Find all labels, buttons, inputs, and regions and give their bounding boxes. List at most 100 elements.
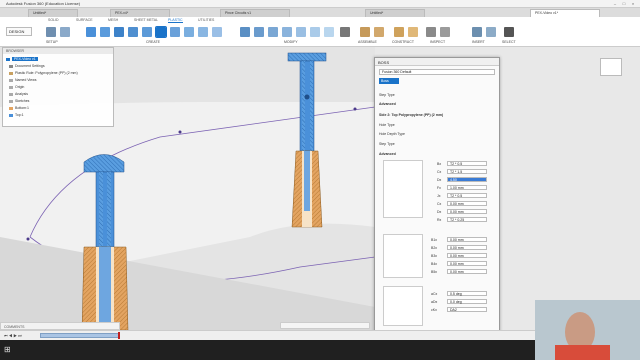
start-icon[interactable]: ⊞: [4, 345, 11, 354]
group-create[interactable]: CREATE: [146, 40, 160, 44]
browser-item[interactable]: Sketches: [9, 99, 29, 106]
interference-icon[interactable]: [440, 27, 450, 37]
press-pull-icon[interactable]: [240, 27, 250, 37]
browser-item[interactable]: Named Views: [9, 78, 37, 85]
combine-icon[interactable]: [282, 27, 292, 37]
create-more-icon[interactable]: [212, 27, 222, 37]
boss-dialog: BOSS Fusion 360 Default Boss Step Type A…: [374, 57, 500, 351]
param-field[interactable]: T2 * 1.5: [447, 169, 487, 174]
browser-item-label: Plastic Rule: Polypropylene (PP) (2 mm): [15, 71, 78, 75]
rest-icon[interactable]: [142, 27, 152, 37]
doc-tab-label: Untitled*: [33, 11, 47, 15]
doc-tab-active[interactable]: PEX-Video v1*: [530, 9, 600, 17]
param-field[interactable]: 0.00 mm: [447, 245, 487, 250]
group-assemble[interactable]: ASSEMBLE: [358, 40, 377, 44]
viewport-navigation-bar[interactable]: [280, 322, 370, 329]
minimize-icon[interactable]: –: [612, 1, 618, 6]
offset-plane-icon[interactable]: [394, 27, 404, 37]
timeline-controls-icon[interactable]: ⏮ ◀ ▶ ⏭: [4, 333, 22, 338]
param-field[interactable]: 0.00 mm: [447, 253, 487, 258]
browser-item[interactable]: Top:1: [9, 113, 24, 120]
param-field[interactable]: DA2: [447, 307, 487, 312]
split-icon[interactable]: [324, 27, 334, 37]
param-field-active[interactable]: 4.50: [447, 177, 487, 182]
doc-tab-label: Pince Circuits v1: [225, 11, 252, 15]
browser-item[interactable]: Bottom:1: [9, 106, 29, 113]
comments-label: COMMENTS: [4, 325, 25, 329]
tab-boss[interactable]: Boss: [379, 78, 399, 84]
chamfer-icon[interactable]: [268, 27, 278, 37]
doc-tab-label: Untitled*: [370, 11, 384, 15]
snap-fit-icon[interactable]: [170, 27, 180, 37]
param-label: Bx: [437, 162, 442, 166]
move-icon[interactable]: [340, 27, 350, 37]
param-label: B2x: [431, 246, 438, 250]
doc-tab[interactable]: Pince Circuits v1: [220, 9, 290, 17]
param-field[interactable]: 0.5 deg: [447, 291, 487, 296]
maximize-icon[interactable]: □: [621, 1, 627, 6]
group-construct[interactable]: CONSTRUCT: [392, 40, 414, 44]
param-label: Cx: [437, 170, 442, 174]
shell-icon[interactable]: [86, 27, 96, 37]
sketch-icon[interactable]: [60, 27, 70, 37]
param-field[interactable]: 0.0 deg: [447, 299, 487, 304]
axis-icon[interactable]: [408, 27, 418, 37]
folder-icon: [9, 85, 13, 89]
lip-icon[interactable]: [100, 27, 110, 37]
joint-icon[interactable]: [360, 27, 370, 37]
scale-icon[interactable]: [310, 27, 320, 37]
advanced-section-2[interactable]: Advanced: [379, 152, 396, 156]
measure-icon[interactable]: [426, 27, 436, 37]
group-select[interactable]: SELECT: [502, 40, 516, 44]
param-field[interactable]: T2 * 0.25: [447, 217, 487, 222]
select-icon[interactable]: [504, 27, 514, 37]
browser-item-label: Sketches: [15, 99, 30, 103]
timeline-features[interactable]: [40, 333, 120, 338]
param-field[interactable]: T2 * 0.5: [447, 161, 487, 166]
group-insert[interactable]: INSERT: [472, 40, 485, 44]
param-field[interactable]: 0.00 mm: [447, 209, 487, 214]
browser-root[interactable]: PEX-Video v1: [6, 57, 38, 64]
param-field[interactable]: 0.00 mm: [447, 201, 487, 206]
side2-section[interactable]: Side 2: Top Polypropylene (PP) (2 mm): [379, 113, 443, 117]
insert-icon[interactable]: [472, 27, 482, 37]
param-label: cKx: [431, 308, 437, 312]
param-field[interactable]: 0.00 mm: [447, 269, 487, 274]
extrude-icon[interactable]: [184, 27, 194, 37]
workspace-label: DESIGN: [9, 29, 25, 34]
rule-select[interactable]: Fusion 360 Default: [379, 69, 495, 75]
dialog-title: BOSS: [378, 60, 390, 65]
comments-panel[interactable]: COMMENTS: [0, 322, 120, 330]
hole-icon[interactable]: [198, 27, 208, 37]
offset-face-icon[interactable]: [296, 27, 306, 37]
new-component-icon[interactable]: [46, 27, 56, 37]
param-label: aDx: [431, 300, 438, 304]
browser-item[interactable]: Plastic Rule: Polypropylene (PP) (2 mm): [9, 71, 78, 78]
param-field[interactable]: 0.00 mm: [447, 261, 487, 266]
group-inspect[interactable]: INSPECT: [430, 40, 445, 44]
fillet-icon[interactable]: [254, 27, 264, 37]
browser-item[interactable]: Analysis: [9, 92, 28, 99]
doc-tab[interactable]: Untitled*: [365, 9, 425, 17]
timeline-marker[interactable]: [118, 332, 120, 339]
group-modify[interactable]: MODIFY: [284, 40, 298, 44]
web-icon[interactable]: [128, 27, 138, 37]
view-cube-icon[interactable]: [600, 58, 622, 76]
browser-item[interactable]: Document Settings: [9, 64, 45, 71]
boss-icon[interactable]: [155, 26, 167, 38]
window-title: Autodesk Fusion 360 (Education License): [6, 1, 81, 6]
doc-tab[interactable]: PEX-v4*: [110, 9, 170, 17]
advanced-section[interactable]: Advanced: [379, 102, 396, 106]
doc-tab[interactable]: Untitled*: [28, 9, 78, 17]
as-built-joint-icon[interactable]: [374, 27, 384, 37]
doc-tab-label: PEX-Video v1*: [535, 11, 559, 15]
close-icon[interactable]: ×: [630, 1, 636, 6]
browser-item[interactable]: Origin: [9, 85, 24, 92]
param-field[interactable]: 0.00 mm: [447, 237, 487, 242]
rib-icon[interactable]: [114, 27, 124, 37]
param-field[interactable]: T2 * 0.5: [447, 193, 487, 198]
workspace-switcher[interactable]: DESIGN: [6, 27, 32, 36]
param-field[interactable]: 1.00 mm: [447, 185, 487, 190]
group-setup[interactable]: SETUP: [46, 40, 58, 44]
decal-icon[interactable]: [486, 27, 496, 37]
